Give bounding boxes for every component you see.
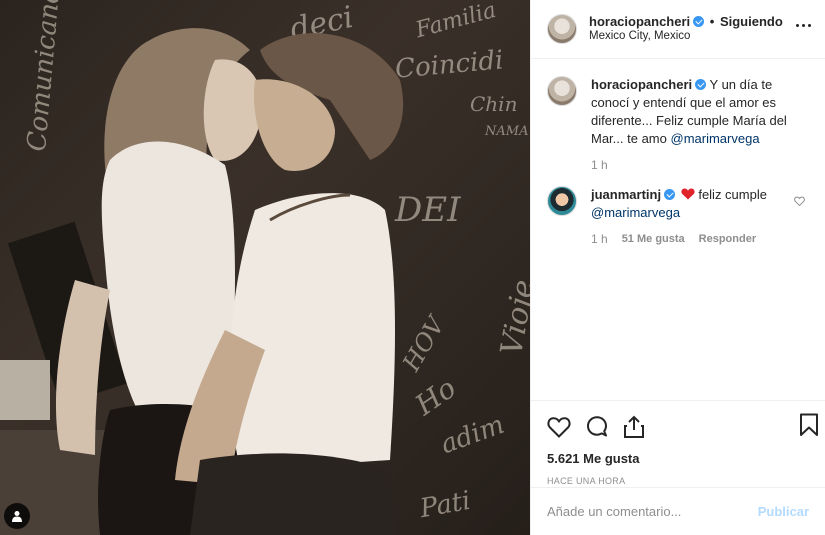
share-icon — [624, 415, 644, 438]
post-side-panel: horaciopancheri • Siguiendo Mexico City,… — [530, 0, 825, 535]
save-button[interactable] — [799, 413, 819, 440]
red-heart-emoji — [681, 188, 695, 200]
comments-list: horaciopancheri Y un día te conocí y ent… — [531, 60, 825, 400]
publish-button[interactable]: Publicar — [758, 504, 809, 519]
more-options-icon[interactable] — [796, 24, 811, 27]
post-actions: 5.621 Me gusta HACE UNA HORA — [531, 400, 825, 487]
post-timestamp: HACE UNA HORA — [547, 476, 626, 486]
avatar[interactable] — [547, 14, 577, 44]
header-text: horaciopancheri • Siguiendo Mexico City,… — [589, 14, 783, 44]
avatar[interactable] — [547, 186, 577, 216]
following-button[interactable]: Siguiendo — [720, 14, 783, 29]
caption-meta: 1 h — [591, 158, 809, 172]
caption-body: horaciopancheri Y un día te conocí y ent… — [591, 76, 801, 148]
mention-link[interactable]: @marimarvega — [671, 131, 760, 146]
avatar[interactable] — [547, 76, 577, 106]
verified-icon — [664, 189, 676, 200]
comment-likes[interactable]: 51 Me gusta — [622, 233, 685, 245]
comment-username[interactable]: juanmartinj — [591, 187, 661, 202]
likes-count[interactable]: 5.621 Me gusta — [547, 451, 809, 466]
separator-dot: • — [709, 14, 715, 29]
caption-time[interactable]: 1 h — [591, 158, 608, 172]
comment-text: feliz cumple — [698, 187, 767, 202]
comment-time[interactable]: 1 h — [591, 232, 608, 246]
reply-button[interactable]: Responder — [699, 233, 756, 245]
comment-meta: 1 h 51 Me gusta Responder — [591, 232, 809, 246]
user-tag-button[interactable] — [4, 503, 30, 529]
author-username[interactable]: horaciopancheri — [589, 14, 690, 29]
share-button[interactable] — [623, 415, 645, 439]
like-button[interactable] — [547, 416, 571, 438]
mention-link[interactable]: @marimarvega — [591, 205, 680, 220]
comment-body: juanmartinj feliz cumple @marimarvega — [591, 186, 801, 222]
comment-composer: Publicar — [531, 487, 825, 535]
post-header: horaciopancheri • Siguiendo Mexico City,… — [531, 0, 825, 59]
user-tag-icon — [12, 511, 22, 522]
heart-icon — [547, 417, 571, 438]
caption: horaciopancheri Y un día te conocí y ent… — [547, 76, 809, 148]
caption-username[interactable]: horaciopancheri — [591, 77, 692, 92]
location-link[interactable]: Mexico City, Mexico — [589, 29, 783, 44]
action-icons — [547, 409, 809, 445]
heart-icon — [794, 196, 805, 207]
like-comment-button[interactable] — [794, 194, 805, 209]
comment-icon — [587, 416, 607, 437]
list-item: juanmartinj feliz cumple @marimarvega — [547, 186, 809, 222]
bookmark-icon — [800, 413, 818, 436]
comment-button[interactable] — [585, 415, 609, 439]
couple-illustration — [0, 28, 404, 535]
comment-input[interactable] — [547, 504, 758, 519]
verified-icon — [695, 79, 707, 90]
verified-icon — [693, 16, 705, 27]
post-photo[interactable]: Comunicando deci Familia Coincidi Chin N… — [0, 0, 530, 535]
